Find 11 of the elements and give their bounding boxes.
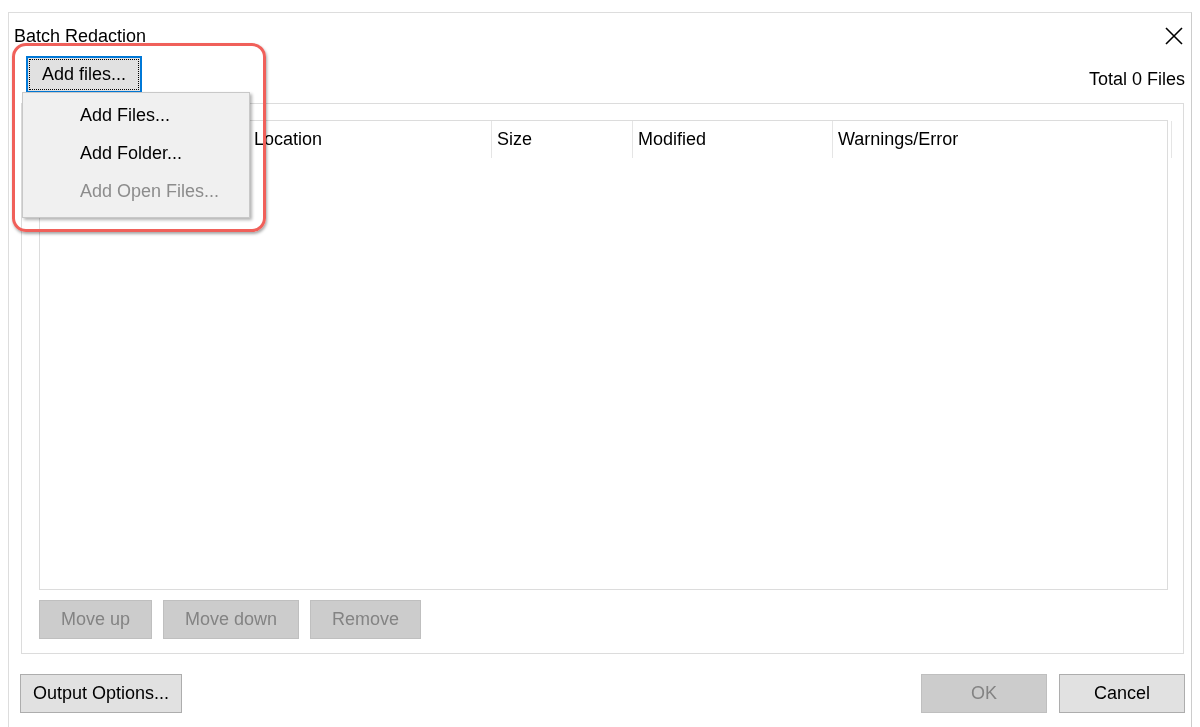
column-header[interactable]: Size bbox=[492, 121, 633, 158]
cancel-button[interactable]: Cancel bbox=[1059, 674, 1185, 713]
close-icon[interactable] bbox=[1165, 27, 1183, 45]
file-count: Total 0 Files bbox=[1088, 69, 1185, 91]
output-options-button[interactable]: Output Options... bbox=[20, 674, 183, 713]
menu-item[interactable]: Add Files... bbox=[23, 97, 249, 135]
menu-item[interactable]: Add Folder... bbox=[23, 135, 249, 173]
window-title: Batch Redaction bbox=[14, 25, 147, 47]
add-files-button[interactable]: Add files... bbox=[26, 56, 143, 93]
column-header[interactable]: Modified bbox=[633, 121, 833, 158]
column-header[interactable]: Warnings/Error bbox=[833, 121, 1172, 158]
